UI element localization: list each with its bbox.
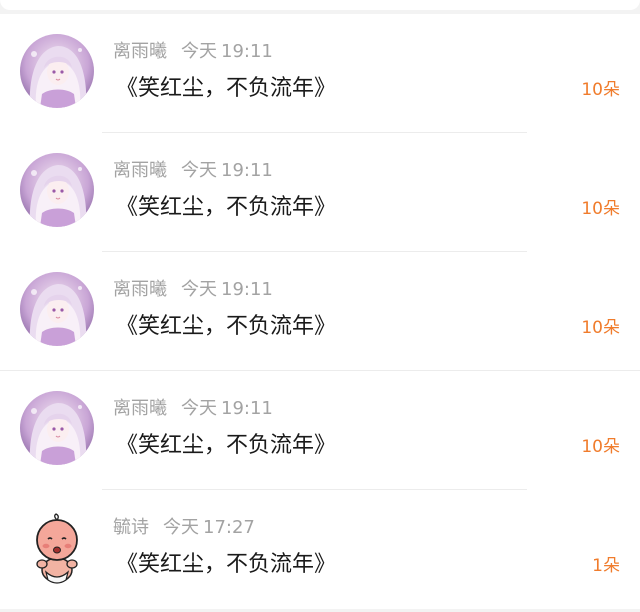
message-text: 《笑红尘，不负流年》 — [116, 552, 337, 577]
avatar[interactable] — [20, 510, 94, 584]
list-item[interactable]: 离雨曦 今天 19:11 《笑红尘，不负流年》 10朵 — [0, 252, 640, 371]
message-text: 《笑红尘，不负流年》 — [116, 76, 337, 101]
meta-line: 离雨曦 今天 19:11 — [113, 159, 273, 183]
time-label: 19:11 — [221, 160, 273, 181]
meta-line: 离雨曦 今天 19:11 — [113, 397, 273, 421]
meta-line: 离雨曦 今天 19:11 — [113, 40, 273, 64]
date-label: 今天 — [181, 279, 217, 300]
list-item[interactable]: 离雨曦 今天 19:11 《笑红尘，不负流年》 10朵 — [0, 133, 640, 252]
sender-name[interactable]: 离雨曦 — [113, 398, 167, 419]
anime-girl-avatar-icon — [20, 34, 94, 108]
date-label: 今天 — [181, 41, 217, 62]
gift-list: 离雨曦 今天 19:11 《笑红尘，不负流年》 10朵 离雨曦 今天 19:11… — [0, 14, 640, 609]
sender-name[interactable]: 离雨曦 — [113, 160, 167, 181]
sender-name[interactable]: 毓诗 — [113, 517, 149, 538]
list-item[interactable]: 毓诗 今天 17:27 《笑红尘，不负流年》 1朵 — [0, 490, 640, 609]
flower-count: 10朵 — [581, 437, 620, 457]
list-item[interactable]: 离雨曦 今天 19:11 《笑红尘，不负流年》 10朵 — [0, 14, 640, 133]
meta-line: 毓诗 今天 17:27 — [113, 516, 255, 540]
time-label: 19:11 — [221, 41, 273, 62]
flower-count: 1朵 — [592, 556, 620, 576]
sender-name[interactable]: 离雨曦 — [113, 41, 167, 62]
avatar[interactable] — [20, 153, 94, 227]
date-label: 今天 — [163, 517, 199, 538]
meta-line: 离雨曦 今天 19:11 — [113, 278, 273, 302]
top-card — [0, 0, 640, 10]
cartoon-baby-avatar-icon — [20, 510, 94, 584]
message-text: 《笑红尘，不负流年》 — [116, 314, 337, 339]
avatar[interactable] — [20, 272, 94, 346]
time-label: 19:11 — [221, 279, 273, 300]
date-label: 今天 — [181, 160, 217, 181]
anime-girl-avatar-icon — [20, 272, 94, 346]
flower-count: 10朵 — [581, 80, 620, 100]
date-label: 今天 — [181, 398, 217, 419]
gift-list-screen: 离雨曦 今天 19:11 《笑红尘，不负流年》 10朵 离雨曦 今天 19:11… — [0, 0, 640, 612]
message-text: 《笑红尘，不负流年》 — [116, 433, 337, 458]
sender-name[interactable]: 离雨曦 — [113, 279, 167, 300]
flower-count: 10朵 — [581, 199, 620, 219]
anime-girl-avatar-icon — [20, 391, 94, 465]
flower-count: 10朵 — [581, 318, 620, 338]
anime-girl-avatar-icon — [20, 153, 94, 227]
time-label: 17:27 — [203, 517, 255, 538]
message-text: 《笑红尘，不负流年》 — [116, 195, 337, 220]
avatar[interactable] — [20, 391, 94, 465]
list-item[interactable]: 离雨曦 今天 19:11 《笑红尘，不负流年》 10朵 — [0, 371, 640, 490]
time-label: 19:11 — [221, 398, 273, 419]
avatar[interactable] — [20, 34, 94, 108]
